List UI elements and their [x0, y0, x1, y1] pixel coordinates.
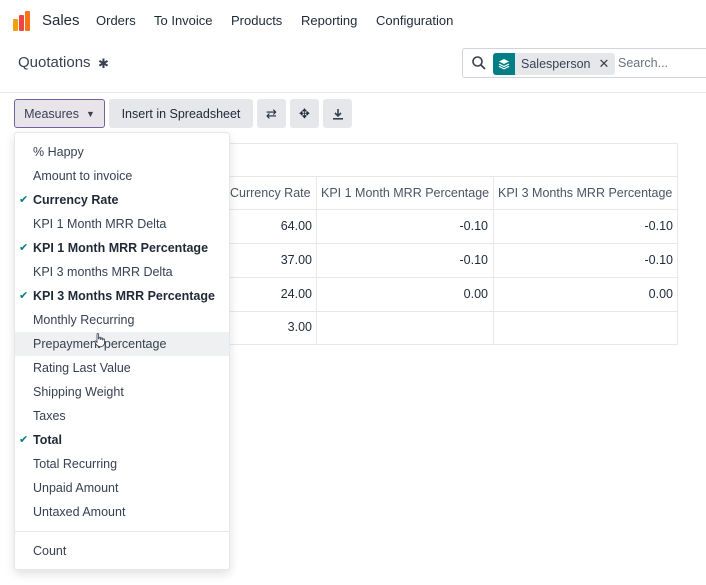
table-cell[interactable]: -0.10 [497, 219, 674, 233]
menu-to-invoice[interactable]: To Invoice [154, 13, 213, 28]
column-header-kpi-1-month-mrr-percentage[interactable]: KPI 1 Month MRR Percentage [321, 186, 489, 200]
checkmark-icon: ✔ [19, 434, 29, 446]
measure-item-happy[interactable]: % Happy [15, 140, 229, 164]
expand-all-icon[interactable]: ✥ [290, 99, 319, 128]
measures-button[interactable]: Measures ▼ [14, 99, 105, 128]
measure-item-rating-last-value[interactable]: Rating Last Value [15, 356, 229, 380]
dropdown-divider [15, 531, 229, 532]
table-cell[interactable]: -0.10 [497, 253, 674, 267]
table-cell[interactable]: 64.00 [230, 219, 312, 233]
table-cell[interactable]: 0.00 [320, 287, 488, 301]
search-bar[interactable]: Salesperson ✕ Search... [462, 48, 706, 78]
measure-item-amount-to-invoice[interactable]: Amount to invoice [15, 164, 229, 188]
sales-app-logo-icon[interactable] [13, 11, 35, 31]
insert-in-spreadsheet-button[interactable]: Insert in Spreadsheet [109, 99, 253, 128]
table-cell[interactable]: 0.00 [497, 287, 673, 301]
facet-label: Salesperson [521, 57, 591, 71]
page-title: Quotations [18, 54, 91, 71]
measure-item-kpi-1-month-mrr-percentage[interactable]: ✔ KPI 1 Month MRR Percentage [15, 236, 229, 260]
measure-item-shipping-weight[interactable]: Shipping Weight [15, 380, 229, 404]
table-cell[interactable]: 37.00 [230, 253, 312, 267]
measure-item-currency-rate[interactable]: ✔ Currency Rate [15, 188, 229, 212]
search-input[interactable]: Search... [618, 56, 668, 70]
measure-item-kpi-3-months-mrr-delta[interactable]: KPI 3 months MRR Delta [15, 260, 229, 284]
control-panel: Quotations ✱ Salesperson ✕ Search... [0, 41, 706, 93]
menu-orders[interactable]: Orders [96, 13, 136, 28]
measure-item-untaxed-amount[interactable]: Untaxed Amount [15, 500, 229, 524]
top-navbar: Sales Orders To Invoice Products Reporti… [0, 0, 706, 41]
measure-item-kpi-3-months-mrr-percentage[interactable]: ✔ KPI 3 Months MRR Percentage [15, 284, 229, 308]
measures-dropdown: % Happy Amount to invoice ✔ Currency Rate… [14, 132, 230, 570]
search-icon[interactable] [471, 55, 487, 71]
column-header-kpi-3-months-mrr-percentage[interactable]: KPI 3 Months MRR Percentage [498, 186, 672, 200]
hand-cursor-icon [94, 333, 105, 347]
measure-item-taxes[interactable]: Taxes [15, 404, 229, 428]
table-cell[interactable]: -0.10 [320, 219, 489, 233]
caret-down-icon: ▼ [85, 108, 95, 119]
table-cell[interactable]: 24.00 [230, 287, 312, 301]
measures-label: Measures [24, 106, 79, 121]
checkmark-icon: ✔ [19, 290, 29, 302]
search-facet-salesperson: Salesperson ✕ [493, 53, 616, 75]
measure-item-kpi-1-month-mrr-delta[interactable]: KPI 1 Month MRR Delta [15, 212, 229, 236]
column-header-currency-rate[interactable]: Currency Rate [230, 186, 311, 200]
table-cell[interactable]: -0.10 [320, 253, 489, 267]
measure-item-prepayment-percentage[interactable]: Prepayment percentage [15, 332, 229, 356]
measure-item-unpaid-amount[interactable]: Unpaid Amount [15, 476, 229, 500]
gear-icon[interactable]: ✱ [98, 56, 109, 72]
layers-icon [493, 53, 515, 75]
measure-item-monthly-recurring[interactable]: Monthly Recurring [15, 308, 229, 332]
measure-item-total[interactable]: ✔ Total [15, 428, 229, 452]
measure-item-total-recurring[interactable]: Total Recurring [15, 452, 229, 476]
checkmark-icon: ✔ [19, 194, 29, 206]
measure-item-count[interactable]: Count [15, 539, 229, 563]
app-name[interactable]: Sales [42, 12, 80, 29]
menu-reporting[interactable]: Reporting [301, 13, 357, 28]
table-cell[interactable]: 3.00 [230, 320, 312, 334]
download-icon[interactable] [323, 99, 352, 128]
flip-axis-icon[interactable]: ⇄ [257, 99, 286, 128]
menu-configuration[interactable]: Configuration [376, 13, 453, 28]
menu-products[interactable]: Products [231, 13, 282, 28]
close-icon[interactable]: ✕ [599, 56, 610, 72]
checkmark-icon: ✔ [19, 242, 29, 254]
